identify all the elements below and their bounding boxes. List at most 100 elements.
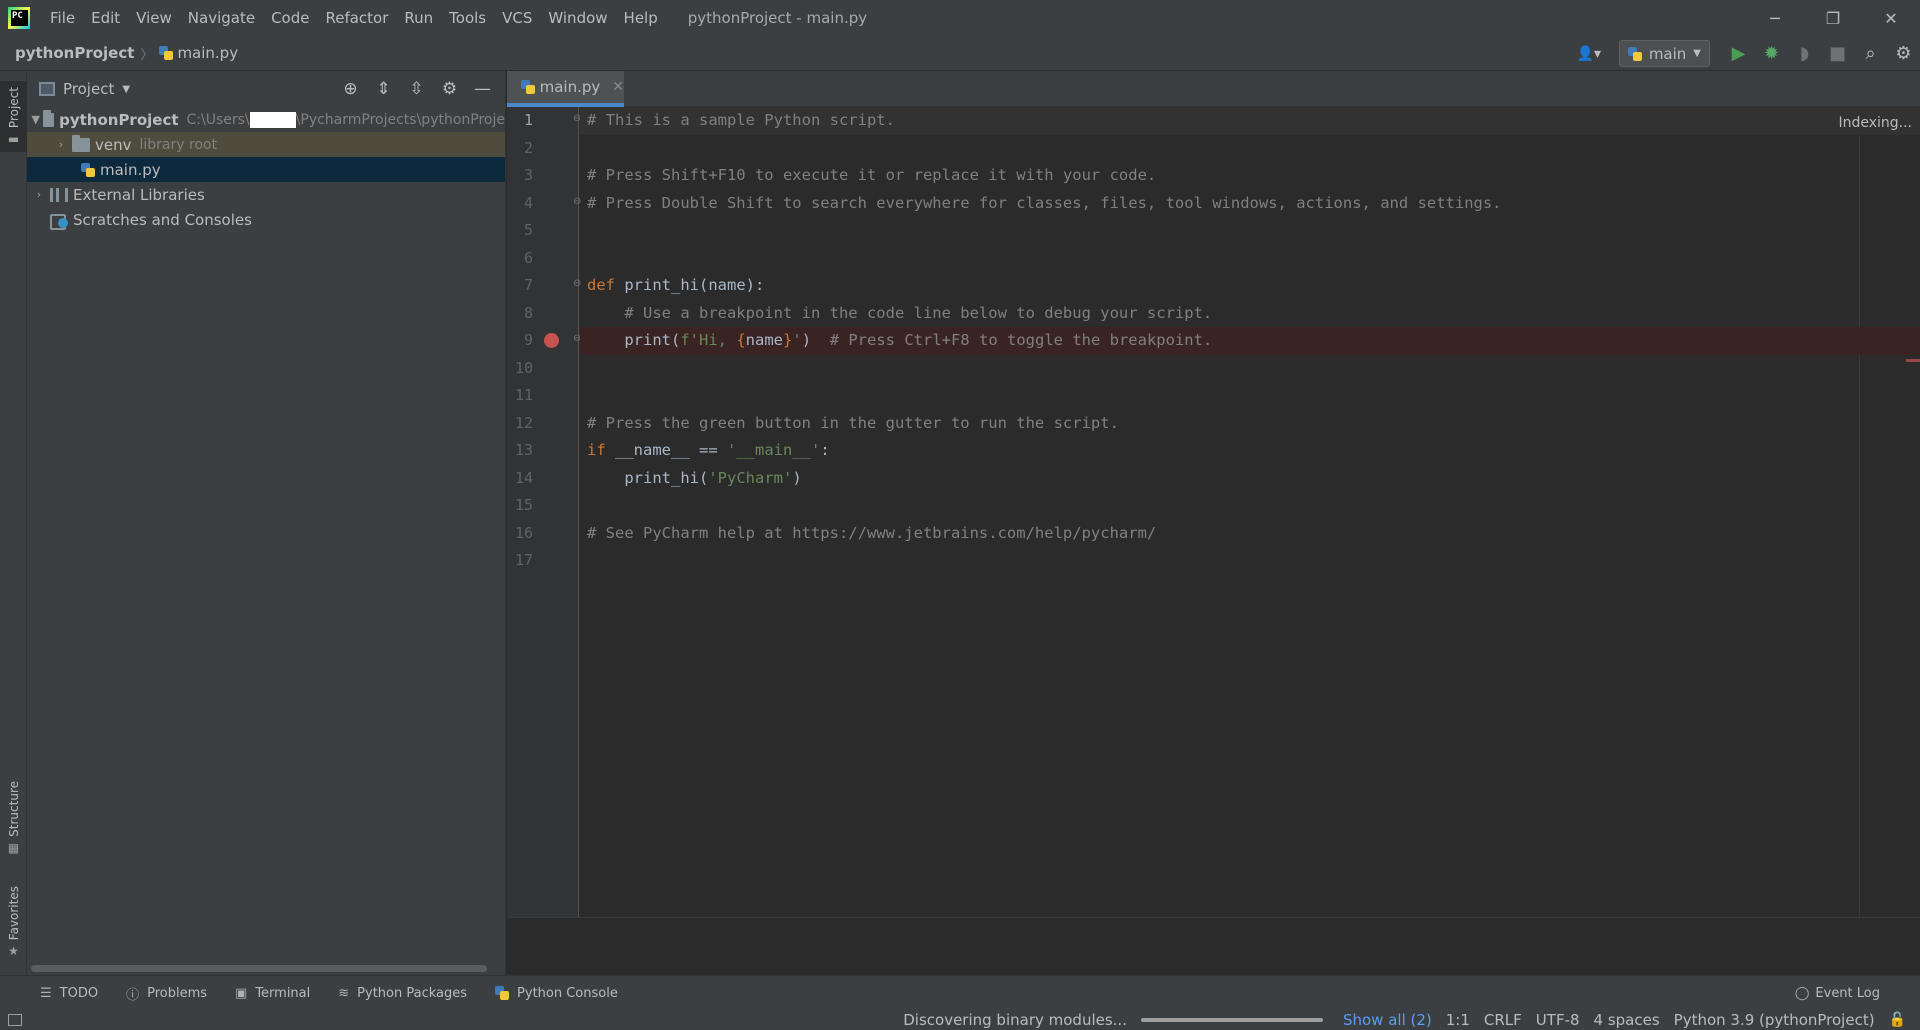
library-icon bbox=[50, 187, 68, 202]
collapsed-arrow-icon[interactable]: › bbox=[53, 138, 69, 151]
code-line-8[interactable]: # Use a breakpoint in the code line belo… bbox=[580, 300, 1920, 328]
stripe-project-button[interactable]: Project ▬ bbox=[0, 81, 27, 153]
error-stripe-marker[interactable] bbox=[1906, 359, 1920, 362]
problems-tool-button[interactable]: ⓘ Problems bbox=[126, 984, 207, 1003]
bottom-tool-bar: ☰ TODO ⓘ Problems ▣ Terminal ≋ Python Packag… bbox=[0, 975, 1920, 1010]
menu-run[interactable]: Run bbox=[396, 0, 441, 36]
expand-arrow-icon[interactable]: ▼ bbox=[31, 113, 40, 126]
project-view-selector[interactable]: Project bbox=[63, 80, 114, 98]
navigation-bar: pythonProject 〉 main.py 👤▾ main ▼ ▶ ✹ ◗ … bbox=[0, 36, 1920, 71]
window-title: pythonProject - main.py bbox=[687, 9, 868, 27]
python-packages-label: Python Packages bbox=[357, 985, 468, 1001]
show-all-tasks-link[interactable]: Show all (2) bbox=[1343, 1011, 1432, 1029]
terminal-tool-button[interactable]: ▣ Terminal bbox=[235, 986, 310, 1001]
code-line-13[interactable]: if __name__ == '__main__': bbox=[580, 437, 1920, 465]
code-line-4[interactable]: # Press Double Shift to search everywher… bbox=[580, 190, 1920, 218]
code-line-3[interactable]: # Press Shift+F10 to execute it or repla… bbox=[580, 162, 1920, 190]
expand-all-icon[interactable]: ⇕ bbox=[367, 79, 400, 99]
menu-view[interactable]: View bbox=[128, 0, 180, 36]
python-interpreter[interactable]: Python 3.9 (pythonProject) bbox=[1674, 1011, 1875, 1029]
python-config-icon bbox=[1627, 46, 1642, 61]
menu-file[interactable]: File bbox=[42, 0, 83, 36]
stripe-favorites-button[interactable]: Favorites ★ bbox=[0, 886, 27, 958]
menu-tools[interactable]: Tools bbox=[441, 0, 494, 36]
folder-icon: ▬ bbox=[7, 132, 20, 147]
hide-panel-icon[interactable]: — bbox=[466, 79, 499, 99]
python-packages-tool-button[interactable]: ≋ Python Packages bbox=[338, 986, 467, 1001]
menu-vcs[interactable]: VCS bbox=[494, 0, 540, 36]
indent-setting[interactable]: 4 spaces bbox=[1594, 1011, 1660, 1029]
user-dropdown-icon[interactable]: 👤▾ bbox=[1569, 46, 1609, 62]
layers-icon: ≋ bbox=[338, 985, 350, 1001]
tree-item-main-py[interactable]: main.py bbox=[27, 157, 505, 182]
toggle-tool-windows-icon[interactable] bbox=[8, 1014, 22, 1026]
info-icon: ⓘ bbox=[126, 987, 140, 1003]
tab-main-py[interactable]: main.py ✕ bbox=[507, 71, 624, 107]
tree-item-external-libraries[interactable]: › External Libraries bbox=[27, 182, 505, 207]
left-tool-stripe: Project ▬ Structure ▦ Favorites ★ bbox=[0, 71, 27, 975]
event-log-label: Event Log bbox=[1815, 986, 1880, 1001]
code-line-1[interactable]: # This is a sample Python script. bbox=[580, 107, 1920, 135]
event-log-tool-button[interactable]: ◯ Event Log bbox=[1795, 976, 1880, 1011]
tree-item-venv[interactable]: › venv library root bbox=[27, 132, 505, 157]
project-path: C:\Users\ \PycharmProjects\pythonProje bbox=[187, 111, 505, 128]
close-button[interactable]: ✕ bbox=[1862, 0, 1920, 36]
python-console-tool-button[interactable]: Python Console bbox=[495, 986, 618, 1001]
window-controls: ─ ❐ ✕ bbox=[1746, 0, 1920, 36]
code-editor[interactable]: 1 2 3 4 5 6 7 8 9 10 11 12 13 14 15 16 1… bbox=[507, 107, 1920, 945]
editor-gutter[interactable]: 1 2 3 4 5 6 7 8 9 10 11 12 13 14 15 16 1… bbox=[507, 107, 581, 945]
collapsed-arrow-icon[interactable]: › bbox=[31, 188, 47, 201]
tree-item-label: pythonProject bbox=[59, 110, 179, 129]
gear-icon[interactable]: ⚙ bbox=[433, 79, 466, 99]
code-line-7[interactable]: def print_hi(name): bbox=[580, 272, 1920, 300]
stripe-structure-button[interactable]: Structure ▦ bbox=[0, 781, 27, 855]
python-file-icon bbox=[521, 80, 535, 94]
run-icon[interactable]: ▶ bbox=[1722, 39, 1755, 69]
background-task-label: Discovering binary modules... bbox=[903, 1011, 1127, 1029]
title-bar: File Edit View Navigate Code Refactor Ru… bbox=[0, 0, 1920, 36]
menu-bar: File Edit View Navigate Code Refactor Ru… bbox=[42, 0, 666, 36]
menu-window[interactable]: Window bbox=[540, 0, 615, 36]
code-line-12[interactable]: # Press the green button in the gutter t… bbox=[580, 410, 1920, 438]
code-keyword: if bbox=[587, 441, 606, 459]
restore-button[interactable]: ❐ bbox=[1804, 0, 1862, 36]
menu-refactor[interactable]: Refactor bbox=[317, 0, 396, 36]
code-area[interactable]: # This is a sample Python script. # Pres… bbox=[580, 107, 1920, 945]
breakpoint-icon[interactable] bbox=[544, 333, 559, 348]
search-icon[interactable]: ⌕ bbox=[1854, 39, 1887, 69]
run-configuration-selector[interactable]: main ▼ bbox=[1618, 40, 1710, 67]
chevron-down-icon[interactable]: ▼ bbox=[122, 84, 130, 95]
breadcrumb-file[interactable]: main.py bbox=[159, 44, 238, 62]
menu-code[interactable]: Code bbox=[263, 0, 317, 36]
gear-icon[interactable]: ⚙ bbox=[1887, 39, 1920, 69]
tree-item-scratches[interactable]: Scratches and Consoles bbox=[27, 207, 505, 232]
stop-icon[interactable]: ■ bbox=[1821, 39, 1854, 69]
caret-position[interactable]: 1:1 bbox=[1446, 1011, 1470, 1029]
run-with-coverage-icon[interactable]: ◗ bbox=[1788, 39, 1821, 69]
code-line-16[interactable]: # See PyCharm help at https://www.jetbra… bbox=[580, 520, 1920, 548]
debug-bug-icon[interactable]: ✹ bbox=[1755, 39, 1788, 69]
todo-tool-button[interactable]: ☰ TODO bbox=[40, 986, 98, 1001]
editor-horizontal-scrollbar[interactable] bbox=[507, 917, 1920, 945]
breadcrumb-project[interactable]: pythonProject bbox=[15, 44, 134, 62]
problems-label: Problems bbox=[147, 985, 208, 1001]
line-separator[interactable]: CRLF bbox=[1484, 1011, 1522, 1029]
minimize-button[interactable]: ─ bbox=[1746, 0, 1804, 36]
locate-file-icon[interactable]: ⊕ bbox=[334, 79, 367, 99]
code-line-9[interactable]: print(f'Hi, {name}') # Press Ctrl+F8 to … bbox=[580, 327, 1920, 355]
file-encoding[interactable]: UTF-8 bbox=[1536, 1011, 1580, 1029]
code-line-14[interactable]: print_hi('PyCharm') bbox=[580, 465, 1920, 493]
menu-navigate[interactable]: Navigate bbox=[180, 0, 263, 36]
project-tree: ▼ pythonProject C:\Users\ \PycharmProject… bbox=[27, 107, 505, 232]
code-string: '__main__' bbox=[727, 441, 821, 459]
menu-help[interactable]: Help bbox=[616, 0, 666, 36]
tree-item-pythonproject[interactable]: ▼ pythonProject C:\Users\ \PycharmProject… bbox=[27, 107, 505, 132]
horizontal-scrollbar[interactable] bbox=[31, 965, 487, 972]
menu-edit[interactable]: Edit bbox=[83, 0, 128, 36]
collapse-all-icon[interactable]: ⇳ bbox=[400, 79, 433, 99]
close-icon[interactable]: ✕ bbox=[612, 79, 624, 95]
code-comment: # See PyCharm help at https://www.jetbra… bbox=[587, 523, 1157, 542]
code-comment: # This is a sample Python script. bbox=[587, 111, 895, 129]
lock-icon[interactable]: 🔓 bbox=[1889, 1012, 1906, 1028]
breadcrumb-separator-icon: 〉 bbox=[140, 47, 154, 63]
